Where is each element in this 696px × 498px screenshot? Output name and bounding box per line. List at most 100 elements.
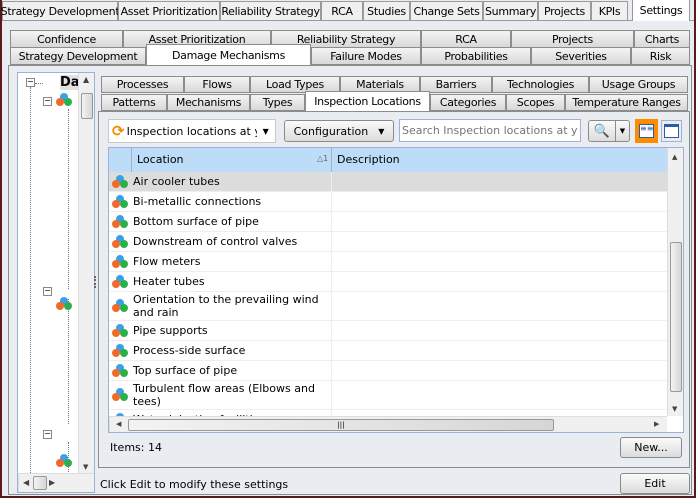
table-row[interactable]: Bottom surface of pipe <box>109 212 667 232</box>
location-icon <box>112 388 128 402</box>
table-row[interactable]: Top surface of pipe <box>109 361 667 381</box>
settings-window: Strategy Development Asset Prioritization… <box>1 0 694 496</box>
splitter-handle[interactable] <box>94 276 96 288</box>
configuration-button[interactable]: Configuration ▼ <box>284 120 394 142</box>
settings-tab-confidence[interactable]: Confidence <box>10 30 123 48</box>
dm-tab-processes[interactable]: Processes <box>101 76 184 93</box>
table-row[interactable]: Pipe supports <box>109 321 667 341</box>
location-cell: Downstream of control valves <box>133 235 298 248</box>
settings-tab-projects[interactable]: Projects <box>511 30 634 48</box>
location-icon <box>112 323 128 338</box>
location-icon <box>112 343 128 358</box>
location-cell: Pipe supports <box>133 324 208 337</box>
dm-tab-patterns[interactable]: Patterns <box>101 94 167 111</box>
refresh-icon: ⟳ <box>112 122 125 140</box>
dm-tab-types[interactable]: Types <box>250 94 305 111</box>
settings-tab-severities[interactable]: Severities <box>531 47 631 65</box>
column-header-location[interactable]: Location <box>137 153 184 166</box>
table-row[interactable]: Bi-metallic connections <box>109 192 667 212</box>
tree-view[interactable]: − Da − − − ▲ ▼ ◀ ▶ <box>17 72 95 493</box>
detail-view-icon <box>664 124 679 138</box>
location-icon <box>112 234 128 249</box>
detail-view-button[interactable] <box>661 120 682 142</box>
location-icon <box>112 299 128 313</box>
status-hint: Click Edit to modify these settings <box>100 478 289 491</box>
location-icon <box>112 363 128 378</box>
table-row[interactable]: Process-side surface <box>109 341 667 361</box>
dm-tab-barriers[interactable]: Barriers <box>420 76 492 93</box>
column-header-description[interactable]: Description <box>337 153 400 166</box>
mechanism-icon <box>56 297 72 311</box>
tree-vertical-scrollbar[interactable]: ▲ ▼ <box>78 73 94 473</box>
settings-tab-rca[interactable]: RCA <box>421 30 511 48</box>
settings-tab-risk[interactable]: Risk <box>631 47 690 65</box>
location-icon <box>112 274 128 289</box>
table-row[interactable]: Heater tubes <box>109 272 667 292</box>
top-tab-reliability-strategy[interactable]: Reliability Strategy <box>220 1 321 21</box>
search-button[interactable]: 🔍 <box>588 120 616 142</box>
search-options-dropdown[interactable]: ▼ <box>615 120 630 142</box>
location-cell: Top surface of pipe <box>133 364 238 377</box>
list-view-button[interactable]: ≡≡ <box>635 119 658 143</box>
mechanism-icon <box>56 93 72 107</box>
dm-tab-technologies[interactable]: Technologies <box>492 76 589 93</box>
top-tab-change-sets[interactable]: Change Sets <box>410 1 483 21</box>
grid-vertical-scrollbar[interactable]: ▲ ▼ <box>667 148 683 416</box>
dm-tab-usage-groups[interactable]: Usage Groups <box>589 76 688 93</box>
grid-header: Location △1 Description <box>109 148 667 172</box>
chevron-down-icon: ▼ <box>378 126 385 136</box>
location-cell: Flow meters <box>133 255 201 268</box>
dm-tab-inspection-locations[interactable]: Inspection Locations <box>305 91 430 111</box>
chevron-down-icon: ▼ <box>262 126 269 136</box>
collapse-icon[interactable]: − <box>43 287 52 296</box>
location-cell: Turbulent flow areas (Elbows and tees) <box>133 382 315 408</box>
edit-button[interactable]: Edit <box>620 473 690 494</box>
search-input[interactable] <box>399 119 581 142</box>
table-row[interactable]: Air cooler tubes <box>109 172 667 192</box>
settings-tab-charts[interactable]: Charts <box>634 30 690 48</box>
location-cell: Air cooler tubes <box>133 175 220 188</box>
settings-tab-damage-mechanisms[interactable]: Damage Mechanisms <box>146 44 311 65</box>
dm-tab-temperature-ranges[interactable]: Temperature Ranges <box>565 94 688 111</box>
location-cell: Orientation to the prevailing wind and r… <box>133 293 319 319</box>
location-icon <box>112 254 128 269</box>
sort-ascending-icon: △1 <box>317 154 329 163</box>
top-tab-rca[interactable]: RCA <box>321 1 363 21</box>
locations-grid: Location △1 Description Air cooler tubes… <box>108 147 684 433</box>
dm-tab-scopes[interactable]: Scopes <box>506 94 565 111</box>
location-cell: Process-side surface <box>133 344 246 357</box>
settings-tab-failure-modes[interactable]: Failure Modes <box>311 47 421 65</box>
saved-query-dropdown[interactable]: ⟳ Inspection locations at you ▼ <box>108 119 276 143</box>
dm-tab-flows[interactable]: Flows <box>184 76 250 93</box>
table-row[interactable]: Downstream of control valves <box>109 232 667 252</box>
table-row[interactable]: Orientation to the prevailing wind and r… <box>109 292 667 321</box>
location-icon <box>112 174 128 189</box>
collapse-icon[interactable]: − <box>43 97 52 106</box>
tree-root-label[interactable]: Da <box>60 75 80 90</box>
dm-tab-categories[interactable]: Categories <box>430 94 506 111</box>
new-button[interactable]: New... <box>620 437 682 458</box>
dm-tab-mechanisms[interactable]: Mechanisms <box>167 94 250 111</box>
table-row[interactable]: Flow meters <box>109 252 667 272</box>
top-tab-projects[interactable]: Projects <box>538 1 591 21</box>
settings-tab-probabilities[interactable]: Probabilities <box>421 47 531 65</box>
settings-tab-strategy-development[interactable]: Strategy Development <box>10 47 146 65</box>
top-tab-kpis[interactable]: KPIs <box>591 1 628 21</box>
location-cell: Bi-metallic connections <box>133 195 262 208</box>
top-tab-strategy-development[interactable]: Strategy Development <box>1 1 120 21</box>
top-tab-summary[interactable]: Summary <box>483 1 538 21</box>
grid-horizontal-scrollbar[interactable]: ◀ ||| ▶ <box>109 416 667 432</box>
location-cell: Bottom surface of pipe <box>133 215 259 228</box>
top-tab-asset-prioritization[interactable]: Asset Prioritization <box>118 1 220 21</box>
chevron-down-icon: ▼ <box>619 127 626 135</box>
collapse-icon[interactable]: − <box>26 78 35 87</box>
tree-horizontal-scrollbar[interactable]: ◀ ▶ <box>18 473 94 492</box>
top-tab-settings[interactable]: Settings <box>632 0 690 21</box>
table-row[interactable]: Turbulent flow areas (Elbows and tees) <box>109 381 667 410</box>
items-count: Items: 14 <box>110 441 162 454</box>
collapse-icon[interactable]: − <box>43 430 52 439</box>
top-tab-studies[interactable]: Studies <box>363 1 410 21</box>
list-view-icon: ≡≡ <box>639 124 654 138</box>
magnifier-icon: 🔍 <box>593 123 611 139</box>
location-icon <box>112 214 128 229</box>
